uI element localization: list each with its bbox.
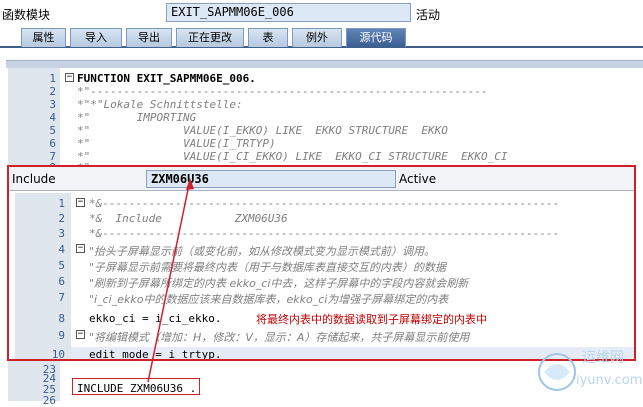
svg-text:运维网: 运维网: [582, 350, 624, 366]
watermark-logo: 运维网 iyunv.com: [530, 338, 643, 401]
svg-text:iyunv.com: iyunv.com: [576, 373, 642, 388]
